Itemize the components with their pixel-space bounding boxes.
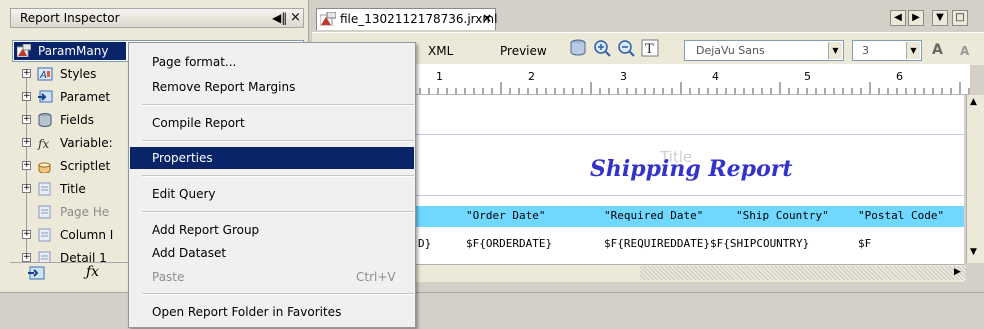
svg-text:T: T: [645, 42, 654, 57]
dropdown-icon[interactable]: ▼: [932, 10, 948, 26]
parameters-tab-icon[interactable]: [26, 264, 48, 284]
expand-icon[interactable]: +: [22, 161, 31, 170]
tree-item-label: Variable:: [60, 136, 113, 150]
tree-leaf-marker: [22, 207, 31, 216]
report-file-icon: [320, 12, 336, 26]
column-header-order-date[interactable]: "Order Date": [466, 209, 545, 222]
menu-item-properties[interactable]: Properties: [152, 151, 213, 165]
horizontal-scroll-track[interactable]: [640, 266, 966, 280]
expand-icon[interactable]: +: [22, 184, 31, 193]
chevron-down-icon[interactable]: ▼: [828, 42, 842, 59]
expand-icon[interactable]: +: [22, 138, 31, 147]
variables-icon: ƒx: [37, 137, 49, 150]
ruler-number: 2: [528, 70, 535, 83]
band-separator: [410, 195, 964, 196]
inspector-title: Report Inspector: [20, 11, 120, 25]
menu-item-page-format[interactable]: Page format...: [152, 55, 236, 69]
expand-icon[interactable]: +: [22, 69, 31, 78]
menu-item-add-dataset[interactable]: Add Dataset: [152, 246, 226, 260]
zoom-out-icon[interactable]: [616, 38, 636, 58]
scroll-down-icon[interactable]: ▼: [970, 247, 977, 257]
vertical-scrollbar[interactable]: ▲ ▼: [966, 95, 984, 263]
band-separator: [410, 134, 964, 135]
tree-item-label: Styles: [60, 67, 97, 81]
tree-item-label: Column I: [60, 228, 114, 242]
scroll-right-icon[interactable]: ▶: [954, 267, 961, 277]
svg-text:ƒx: ƒx: [37, 137, 49, 150]
tree-item-label: Fields: [60, 113, 94, 127]
maximize-icon[interactable]: □: [952, 10, 968, 26]
detail-field-postalcode[interactable]: $F: [858, 237, 871, 250]
ruler-number: 4: [712, 70, 719, 83]
menu-item-edit-query[interactable]: Edit Query: [152, 187, 216, 201]
band-icon: [38, 228, 51, 242]
ruler-number: 1: [436, 70, 443, 83]
detail-field[interactable]: D}: [418, 237, 431, 250]
band-icon: [38, 205, 51, 219]
column-header-required-date[interactable]: "Required Date": [604, 209, 703, 222]
chevron-down-icon[interactable]: ▼: [906, 42, 920, 59]
tree-item-label: Paramet: [60, 90, 111, 104]
menu-item-open-report-folder[interactable]: Open Report Folder in Favorites: [152, 305, 341, 319]
tab-xml[interactable]: XML: [428, 44, 453, 58]
menu-item-add-report-group[interactable]: Add Report Group: [152, 223, 259, 237]
scriptlets-icon: [38, 162, 51, 173]
ruler-number: 6: [896, 70, 903, 83]
fx-tab-icon[interactable]: ƒx: [86, 264, 99, 280]
menu-separator: [142, 175, 414, 177]
zoom-in-icon[interactable]: [592, 38, 612, 58]
tree-item-label: Page He: [60, 205, 110, 219]
close-icon[interactable]: ×: [290, 10, 301, 25]
menu-item-compile-report[interactable]: Compile Report: [152, 116, 245, 130]
report-selector-value: ParamMany: [38, 44, 109, 58]
svg-text:A: A: [39, 70, 47, 81]
ruler-number: 3: [620, 70, 627, 83]
menu-item-paste-shortcut: Ctrl+V: [356, 270, 396, 284]
menu-item-paste: Paste: [152, 270, 185, 284]
scroll-right-icon[interactable]: ▶: [908, 10, 924, 26]
column-header-ship-country[interactable]: "Ship Country": [736, 209, 829, 222]
tree-item-label: Title: [60, 182, 86, 196]
menu-separator: [142, 104, 414, 106]
font-family-value: DejaVu Sans: [696, 44, 765, 57]
font-size-value: 3: [862, 44, 869, 57]
fields-icon: [38, 113, 52, 127]
scroll-left-icon[interactable]: ◀: [890, 10, 906, 26]
tab-preview[interactable]: Preview: [500, 44, 547, 58]
menu-separator: [142, 211, 414, 213]
detail-field-orderdate[interactable]: $F{ORDERDATE}: [466, 237, 552, 250]
database-icon[interactable]: [568, 38, 588, 58]
styles-icon: A: [37, 67, 53, 81]
expand-icon[interactable]: +: [22, 115, 31, 124]
font-tool-icon[interactable]: T: [640, 38, 660, 58]
report-title-textfield[interactable]: Shipping Report: [590, 156, 793, 182]
increase-font-icon[interactable]: A: [932, 42, 943, 58]
tree-item-label: Scriptlet: [60, 159, 111, 173]
decrease-font-icon[interactable]: A: [960, 44, 969, 58]
menu-item-remove-report-margins[interactable]: Remove Report Margins: [152, 80, 295, 94]
tab-close-icon[interactable]: ×: [482, 11, 492, 25]
report-icon: [17, 44, 31, 57]
tab-file-label: file_1302112178736.jrxml: [340, 12, 498, 26]
menu-separator: [142, 293, 414, 295]
column-header-postal-code[interactable]: "Postal Code": [858, 209, 944, 222]
minimize-icon[interactable]: ◀‖: [272, 11, 287, 25]
scroll-up-icon[interactable]: ▲: [970, 97, 977, 107]
expand-icon[interactable]: +: [22, 253, 31, 262]
expand-icon[interactable]: +: [22, 230, 31, 239]
ruler-number: 5: [804, 70, 811, 83]
expand-icon[interactable]: +: [22, 92, 31, 101]
band-icon: [38, 182, 51, 196]
parameters-icon: [38, 90, 53, 103]
menu-separator: [142, 140, 414, 142]
detail-field-requireddate-shipcountry[interactable]: $F{REQUIREDDATE}$F{SHIPCOUNTRY}: [604, 237, 809, 250]
